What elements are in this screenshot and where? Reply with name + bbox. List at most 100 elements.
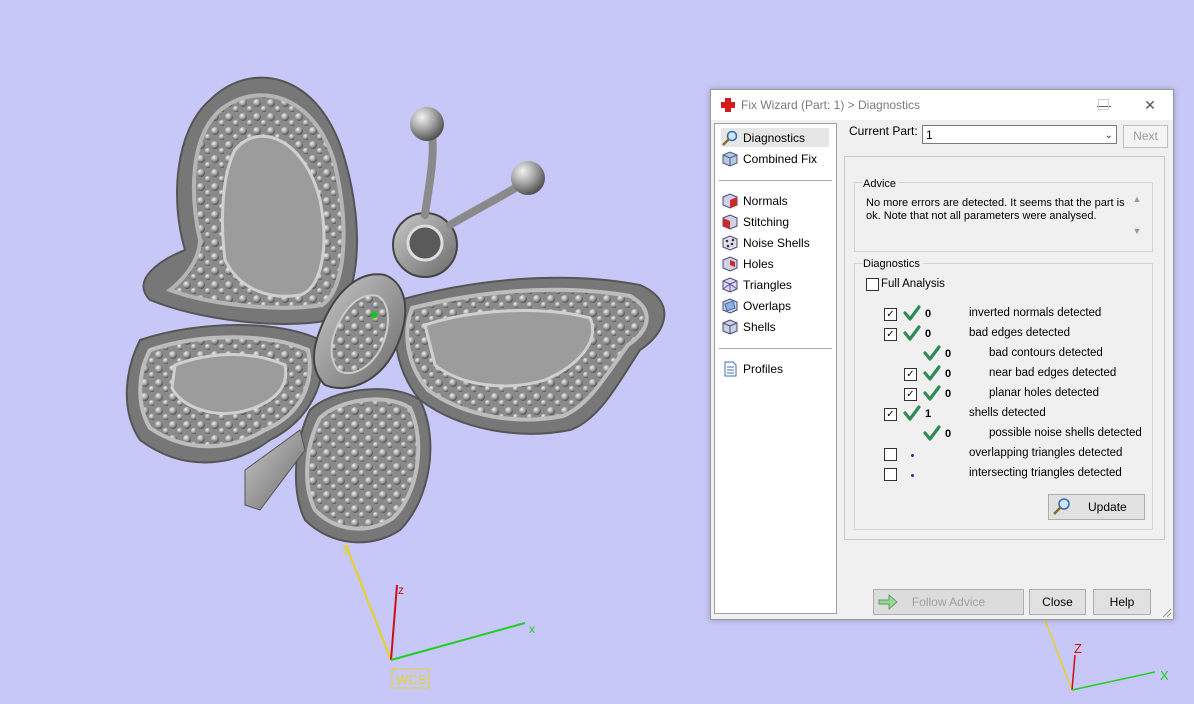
current-part-select[interactable]: 1 ⌄ [922,125,1117,144]
fix-wizard-dialog: Fix Wizard (Part: 1) > Diagnostics — ✕ D… [710,89,1174,620]
bad-contours-label: bad contours detected [989,347,1103,359]
nav-item-overlaps[interactable]: Overlaps [721,296,827,315]
help-button[interactable]: Help [1093,589,1151,615]
current-part-label: Current Part: [849,124,918,138]
overlapping-triangles-checkbox[interactable] [884,448,897,461]
follow-advice-label: Follow Advice [911,595,986,609]
bad-edges-label: bad edges detected [969,327,1071,339]
advice-legend: Advice [863,178,900,190]
current-part-value: 1 [926,128,933,142]
fix-wizard-nav: Diagnostics Combined Fix Normals Stitchi… [714,123,837,614]
update-label: Update [1088,500,1127,514]
nav-item-holes[interactable]: Holes [721,254,827,273]
chevron-down-icon: ⌄ [1104,130,1113,141]
scroll-down-icon[interactable]: ▼ [1132,226,1142,236]
nav-item-label: Overlaps [743,298,792,313]
next-button[interactable]: Next [1123,125,1168,148]
green-check-icon [923,385,941,401]
near-bad-edges-label: near bad edges detected [989,367,1117,379]
planar-holes-label: planar holes detected [989,387,1099,399]
close-window-button[interactable]: ✕ [1127,90,1173,120]
bad-edges-checkbox[interactable]: ✓ [884,328,897,341]
green-check-icon [923,345,941,361]
nav-item-label: Combined Fix [743,151,818,166]
advice-scrollbar[interactable]: ▲ ▼ [1132,194,1142,246]
green-arrow-icon [878,593,898,611]
profiles-icon [724,361,737,376]
advice-text: No more errors are detected. It seems th… [866,197,1132,223]
nav-item-label: Profiles [743,361,784,376]
triangles-icon [722,276,738,293]
dialog-title: Fix Wizard (Part: 1) > Diagnostics [741,98,921,112]
pending-dot-icon [911,474,914,477]
z-axis-label: z [398,583,404,597]
nav-item-profiles[interactable]: Profiles [721,359,827,378]
nav-item-label: Stitching [743,214,790,229]
noise-shells-count: 0 [945,428,952,440]
inverted-normals-label: inverted normals detected [969,307,1102,319]
nav-item-noise-shells[interactable]: Noise Shells [721,233,827,252]
nav-divider [719,180,832,181]
noise-shells-icon [722,234,738,251]
magnifier-icon [722,130,738,146]
nav-item-normals[interactable]: Normals [721,191,827,210]
shells-label: shells detected [969,407,1046,419]
normals-icon [722,192,738,209]
planar-holes-count: 0 [945,388,952,400]
intersecting-triangles-checkbox[interactable] [884,468,897,481]
inverted-normals-count: 0 [925,308,932,320]
x-axis-label-secondary: X [1160,668,1169,683]
butterfly-model [125,76,666,544]
inverted-normals-checkbox[interactable]: ✓ [884,308,897,321]
dialog-titlebar[interactable]: Fix Wizard (Part: 1) > Diagnostics — ✕ [711,90,1173,120]
nav-item-shells[interactable]: Shells [721,317,827,336]
nav-item-label: Normals [743,193,788,208]
y-axis-label: y [343,541,349,555]
near-bad-edges-checkbox[interactable]: ✓ [904,368,917,381]
intersecting-triangles-label: intersecting triangles detected [969,467,1122,479]
shells-checkbox[interactable]: ✓ [884,408,897,421]
nav-item-label: Triangles [743,277,792,292]
overlaps-icon [722,297,738,314]
noise-shells-label: possible noise shells detected [989,427,1142,439]
full-analysis-label: Full Analysis [881,278,945,290]
close-button[interactable]: Close [1029,589,1086,615]
x-axis-label: x [529,622,535,636]
cube-icon [722,150,738,167]
magnifier-icon [1053,498,1070,515]
stitching-icon [722,213,738,230]
nav-item-diagnostics[interactable]: Diagnostics [721,128,829,147]
follow-advice-button[interactable]: Follow Advice [873,589,1024,615]
maximize-button[interactable] [1098,99,1109,110]
view-axis-triad: Z X [1044,619,1169,691]
green-check-icon [903,405,921,421]
shells-count: 1 [925,408,932,420]
near-bad-edges-count: 0 [945,368,952,380]
full-analysis-checkbox[interactable] [866,278,879,291]
scroll-up-icon[interactable]: ▲ [1132,194,1142,204]
z-axis-label-secondary: Z [1074,641,1082,656]
bad-edges-count: 0 [925,328,932,340]
resize-grip-icon[interactable] [1162,608,1172,618]
overlapping-triangles-label: overlapping triangles detected [969,447,1123,459]
planar-holes-checkbox[interactable]: ✓ [904,388,917,401]
update-button[interactable]: Update [1048,494,1145,520]
green-check-icon [923,365,941,381]
nav-item-label: Shells [743,319,776,334]
green-check-icon [903,325,921,341]
shells-icon [722,318,738,335]
pending-dot-icon [911,454,914,457]
bad-contours-count: 0 [945,348,952,360]
nav-divider [719,348,832,349]
nav-item-label: Noise Shells [743,235,810,250]
nav-item-stitching[interactable]: Stitching [721,212,827,231]
wcs-label: WCS [396,672,427,687]
diagnostics-legend: Diagnostics [863,258,923,270]
nav-item-combined-fix[interactable]: Combined Fix [721,149,827,168]
nav-item-label: Diagnostics [743,130,806,145]
red-cross-icon [721,98,735,112]
nav-item-label: Holes [743,256,774,271]
green-check-icon [903,305,921,321]
nav-item-triangles[interactable]: Triangles [721,275,827,294]
wcs-axis-triad: y z x WCS [343,541,535,689]
